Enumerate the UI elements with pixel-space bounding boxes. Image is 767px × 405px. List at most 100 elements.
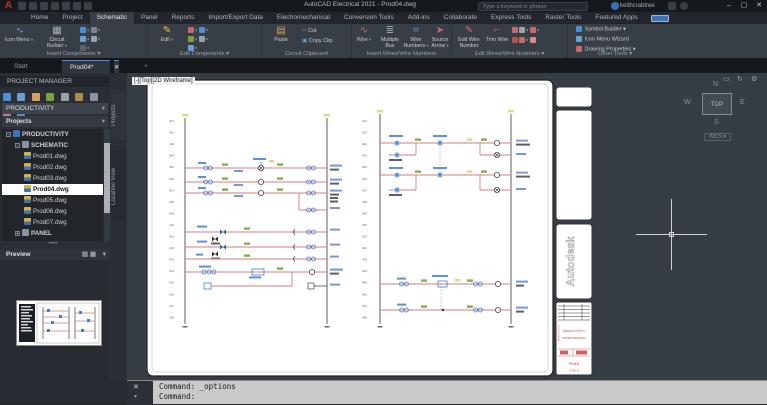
- drawing-canvas[interactable]: 401 402 403 404 405 406 407 408 409 410 411 412 413 4…: [127, 73, 767, 380]
- tree-item-prod05-dwg[interactable]: Prod05.dwg: [2, 195, 103, 206]
- workspace-icon[interactable]: [84, 2, 92, 10]
- command-line-bar[interactable]: ✕ ▾ Command: _options Command:: [127, 380, 767, 405]
- file-tab-start[interactable]: Start: [6, 60, 36, 73]
- command-close-icon[interactable]: ✕: [133, 383, 139, 391]
- avatar[interactable]: [611, 2, 619, 10]
- new-project-icon[interactable]: [3, 93, 11, 101]
- window-minimize-button[interactable]: –: [722, 0, 736, 12]
- edit-wire-mini-tools[interactable]: ▾ ▾: [512, 27, 539, 33]
- insert-component-mini-tools[interactable]: ▾ ▾: [80, 36, 100, 42]
- new-file-icon[interactable]: [18, 2, 26, 10]
- preview-section-header[interactable]: Preview ▤ ▦ ▾: [0, 249, 110, 260]
- viewcube-west[interactable]: W: [684, 99, 691, 106]
- circuit-builder-button[interactable]: ▦ Circuit Builder ▾: [42, 25, 72, 49]
- viewcube-top[interactable]: TOP: [702, 93, 732, 115]
- save-icon[interactable]: [40, 2, 48, 10]
- projects-section-dropdown[interactable]: Projects ▾: [2, 116, 108, 127]
- file-tab-close-icon[interactable]: ✕: [114, 60, 120, 73]
- icon-menu-wizard-button[interactable]: Icon Menu Wizard: [576, 36, 629, 42]
- tree-item-prod06-dwg[interactable]: Prod06.dwg: [2, 206, 103, 217]
- plot-icon[interactable]: [51, 2, 59, 10]
- ribbon-tab-home[interactable]: Home: [24, 12, 55, 24]
- ribbon-tab-electromechanical[interactable]: Electromechanical: [270, 12, 337, 24]
- edit-component-mini-tools[interactable]: ▾ ▾: [188, 27, 208, 33]
- tree-item-schematic[interactable]: - SCHEMATIC: [2, 140, 103, 151]
- window-close-button[interactable]: ✕: [752, 0, 766, 12]
- plot-project-icon[interactable]: [89, 93, 98, 101]
- autocad-logo-icon[interactable]: A: [2, 0, 15, 12]
- copy-clip-button[interactable]: ▣ Copy Clip: [302, 38, 333, 44]
- trim-wire-button[interactable]: ⌐ Trim Wire: [485, 25, 509, 44]
- window-restore-button[interactable]: ▢: [737, 0, 751, 12]
- refresh-icon[interactable]: [46, 93, 55, 101]
- file-tab-prod04[interactable]: Prod04*: [62, 60, 110, 73]
- redo-icon[interactable]: [73, 2, 81, 10]
- source-arrow-button[interactable]: ➤ Source Arrow ▾: [428, 25, 452, 49]
- edit-wire-number-button[interactable]: ✎ Edit Wire Number: [454, 25, 484, 49]
- tree-expand-toggle[interactable]: +: [15, 231, 20, 237]
- open-project-icon[interactable]: [17, 93, 26, 101]
- tree-item-panel[interactable]: + PANEL: [2, 228, 103, 239]
- tree-item-prod01-dwg[interactable]: Prod01.dwg: [2, 151, 103, 162]
- icon-menu-button[interactable]: ◔▸ Icon Menu ▾: [4, 25, 34, 44]
- multiple-bus-button[interactable]: ≣ Multiple Bus: [377, 25, 403, 49]
- vertical-tab-location-view[interactable]: Location View: [111, 150, 126, 222]
- wire-numbers-button[interactable]: ⌗ Wire Numbers ▾: [403, 25, 429, 49]
- a360-icon[interactable]: [668, 2, 676, 10]
- symbol-builder-button[interactable]: Symbol Builder ▾: [576, 26, 626, 32]
- ribbon-tab-schematic[interactable]: Schematic: [89, 12, 134, 24]
- tree-scrollbar[interactable]: [104, 129, 110, 241]
- panel-title[interactable]: Circuit Clipboard: [262, 51, 351, 57]
- tree-item-prod07-dwg[interactable]: Prod07.dwg: [2, 217, 103, 228]
- viewport-controls[interactable]: [-][Top][2D Wireframe]: [132, 77, 195, 85]
- drawing-preview-thumbnail[interactable]: [16, 300, 102, 346]
- ribbon-tab-express-tools[interactable]: Express Tools: [484, 12, 538, 24]
- wcs-dropdown[interactable]: WCS ▾: [704, 133, 731, 141]
- panel-title[interactable]: Edit Wires/Wire Numbers ▾: [452, 51, 567, 57]
- command-customize-icon[interactable]: ▾: [134, 393, 137, 400]
- paste-button[interactable]: ▤ Paste: [266, 25, 296, 44]
- help-search-input[interactable]: Type a keyword or phrase: [478, 1, 588, 11]
- wire-button[interactable]: ∿ Wire ▾: [352, 25, 376, 44]
- ribbon-tab-panel[interactable]: Panel: [134, 12, 165, 24]
- ribbon-tab-collaborate[interactable]: Collaborate: [437, 12, 484, 24]
- tree-item-prod02-dwg[interactable]: Prod02.dwg: [2, 162, 103, 173]
- publish-icon[interactable]: [75, 93, 84, 101]
- ribbon-tab-featured-apps[interactable]: Featured Apps: [588, 12, 644, 24]
- new-tab-button[interactable]: +: [136, 60, 156, 73]
- ribbon-tab-raster-tools[interactable]: Raster Tools: [538, 12, 588, 24]
- ribbon-tab-reports[interactable]: Reports: [165, 12, 202, 24]
- project-task-list-icon[interactable]: [60, 93, 69, 101]
- edit-component-mini-tools[interactable]: ▾ ▾: [188, 36, 208, 42]
- tree-item-prod03-dwg[interactable]: Prod03.dwg: [2, 173, 103, 184]
- splitter-handle[interactable]: ••••: [30, 241, 76, 247]
- viewcube-south[interactable]: S: [714, 119, 719, 126]
- ribbon-tab-project[interactable]: Project: [55, 12, 89, 24]
- cut-button[interactable]: ✂ Cut: [302, 28, 317, 34]
- ribbon-tab-import-export-data[interactable]: Import/Export Data: [201, 12, 270, 24]
- viewcube[interactable]: N W TOP E S WCS ▾: [680, 81, 760, 147]
- viewcube-north[interactable]: N: [713, 81, 718, 88]
- viewcube-east[interactable]: E: [740, 99, 745, 106]
- tree-expand-toggle[interactable]: -: [15, 143, 20, 149]
- signed-in-user[interactable]: keithcrabtree: [620, 1, 655, 11]
- undo-icon[interactable]: [62, 2, 70, 10]
- recent-projects-icon[interactable]: [31, 93, 40, 101]
- tree-item-productivity[interactable]: - PRODUCTIVITY: [2, 129, 103, 140]
- insert-component-mini-tools[interactable]: ▾ ▾: [80, 27, 100, 33]
- panel-title[interactable]: Edit Components ▾: [148, 51, 261, 57]
- edit-button[interactable]: ✎ Edit ▾: [152, 25, 182, 44]
- ribbon-display-toggle[interactable]: [650, 14, 669, 22]
- open-file-icon[interactable]: [29, 2, 37, 10]
- panel-title[interactable]: Insert Components ▾: [0, 51, 147, 57]
- edit-wire-mini-tools[interactable]: ▾: [512, 37, 537, 43]
- panel-title[interactable]: Insert Wires/Wire Numbers: [352, 51, 451, 57]
- ribbon-tab-conversion-tools[interactable]: Conversion Tools: [337, 12, 401, 24]
- panel-title[interactable]: Other Tools ▾: [568, 51, 767, 57]
- project-selector-dropdown[interactable]: PRODUCTIVITY ▾: [2, 103, 108, 114]
- ribbon-tab-add-ins[interactable]: Add-ins: [401, 12, 437, 24]
- vertical-tab-projects[interactable]: Projects: [111, 90, 126, 140]
- help-icon[interactable]: [680, 2, 688, 10]
- tree-expand-toggle[interactable]: -: [6, 132, 11, 138]
- tree-item-prod04-dwg[interactable]: Prod04.dwg: [2, 184, 103, 195]
